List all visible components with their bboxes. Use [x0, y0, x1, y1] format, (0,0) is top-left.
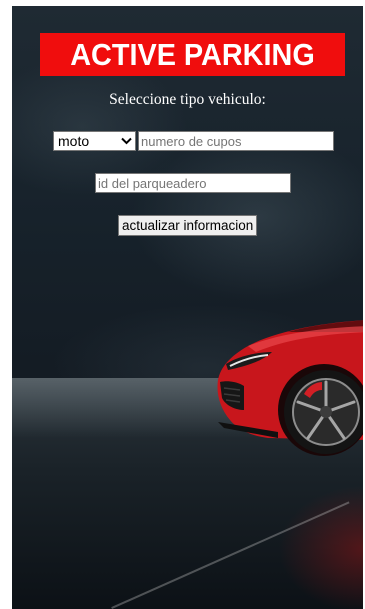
parking-id-input[interactable]	[95, 173, 291, 193]
car-image	[217, 320, 363, 456]
app-title: ACTIVE PARKING	[70, 36, 315, 72]
banner: ACTIVE PARKING	[40, 33, 345, 76]
vehicle-type-selected: moto	[58, 133, 90, 149]
vehicle-type-select[interactable]: moto	[53, 131, 136, 151]
capacity-input[interactable]	[138, 131, 334, 151]
vehicle-type-label: Seleccione tipo vehiculo:	[109, 91, 266, 108]
vehicle-row: moto	[53, 131, 334, 151]
chevron-down-icon	[121, 137, 132, 145]
page-frame: ACTIVE PARKING Seleccione tipo vehiculo:…	[12, 6, 363, 609]
update-info-button[interactable]: actualizar informacion	[118, 215, 258, 236]
